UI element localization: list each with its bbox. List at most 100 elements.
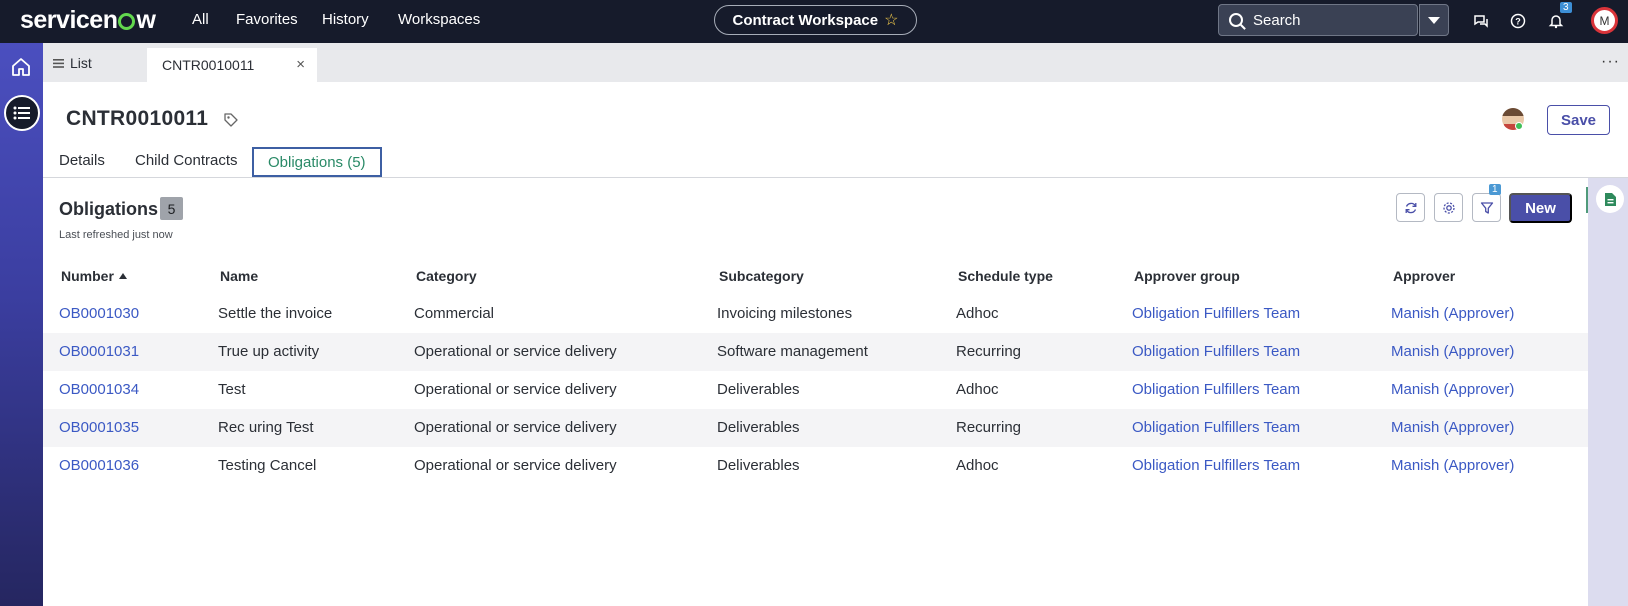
cell-category: Operational or service delivery [414, 419, 617, 436]
cell-category: Operational or service delivery [414, 457, 617, 474]
column-header-name[interactable]: Name [220, 268, 258, 284]
list-icon[interactable] [4, 95, 40, 131]
column-header-number[interactable]: Number [61, 268, 127, 284]
chevron-down-icon [1428, 16, 1440, 24]
settings-button[interactable] [1434, 193, 1463, 222]
gear-icon [1442, 201, 1455, 214]
table-row[interactable]: OB0001034 Test Operational or service de… [43, 371, 1588, 409]
chat-icon[interactable] [1471, 11, 1491, 31]
table-row[interactable]: OB0001036 Testing Cancel Operational or … [43, 447, 1588, 485]
servicenow-logo[interactable]: servicen w [20, 6, 156, 35]
column-header-category[interactable]: Category [416, 268, 477, 284]
filter-button[interactable] [1472, 193, 1501, 222]
tab-child-contracts[interactable]: Child Contracts [135, 152, 238, 169]
refresh-icon [1405, 202, 1416, 213]
cell-schedule-type: Recurring [956, 419, 1022, 436]
close-icon[interactable]: × [296, 56, 305, 73]
nav-all[interactable]: All [192, 11, 209, 28]
cell-name: True up activity [218, 343, 320, 360]
cell-name: Test [218, 381, 246, 398]
new-obligation-button[interactable]: New [1509, 193, 1572, 223]
tab-details[interactable]: Details [59, 152, 105, 169]
filter-count-badge: 1 [1489, 184, 1501, 195]
table-row[interactable]: OB0001035 Rec uring Test Operational or … [43, 409, 1588, 447]
cell-approver[interactable]: Manish (Approver) [1391, 419, 1514, 436]
cell-approver[interactable]: Manish (Approver) [1391, 305, 1514, 322]
column-header-label: Number [61, 268, 114, 284]
cell-number[interactable]: OB0001030 [59, 305, 139, 322]
column-header-subcategory[interactable]: Subcategory [719, 268, 804, 284]
tab-list[interactable]: List [53, 55, 92, 71]
workspace-pill[interactable]: Contract Workspace ☆ [714, 5, 917, 35]
cell-number[interactable]: OB0001035 [59, 419, 139, 436]
menu-icon [53, 58, 64, 68]
search-icon [1229, 13, 1243, 27]
cell-name: Settle the invoice [218, 305, 333, 322]
cell-approver-group[interactable]: Obligation Fulfillers Team [1132, 381, 1300, 398]
table-row[interactable]: OB0001030 Settle the invoice Commercial … [43, 295, 1588, 333]
cell-category: Operational or service delivery [414, 381, 617, 398]
cell-subcategory: Deliverables [717, 419, 800, 436]
column-header-schedule-type[interactable]: Schedule type [958, 268, 1053, 284]
nav-history[interactable]: History [322, 11, 369, 28]
left-rail [0, 43, 43, 606]
cell-approver[interactable]: Manish (Approver) [1391, 457, 1514, 474]
cell-subcategory: Deliverables [717, 381, 800, 398]
side-panel-indicator [1586, 187, 1588, 213]
home-icon[interactable] [10, 56, 32, 78]
user-avatar[interactable]: M [1591, 7, 1618, 34]
help-icon[interactable]: ? [1508, 11, 1528, 31]
tab-record[interactable]: CNTR0010011 × [147, 48, 317, 82]
notification-count-badge: 3 [1560, 2, 1572, 13]
cell-number[interactable]: OB0001031 [59, 343, 139, 360]
sort-ascending-icon [118, 273, 127, 279]
cell-name: Rec uring Test [218, 419, 314, 436]
cell-name: Testing Cancel [218, 457, 317, 474]
refresh-button[interactable] [1396, 193, 1425, 222]
document-icon[interactable] [1596, 185, 1624, 213]
star-icon[interactable]: ☆ [884, 10, 898, 30]
nav-workspaces[interactable]: Workspaces [398, 11, 480, 28]
cell-approver[interactable]: Manish (Approver) [1391, 381, 1514, 398]
cell-approver[interactable]: Manish (Approver) [1391, 343, 1514, 360]
tab-list-label: List [70, 55, 92, 71]
tab-record-label: CNTR0010011 [162, 57, 255, 73]
search-placeholder: Search [1253, 11, 1301, 29]
presence-indicator [1515, 122, 1523, 130]
cell-approver-group[interactable]: Obligation Fulfillers Team [1132, 305, 1300, 322]
cell-approver-group[interactable]: Obligation Fulfillers Team [1132, 343, 1300, 360]
more-options-icon[interactable]: ··· [1601, 53, 1620, 71]
tag-icon[interactable] [223, 112, 239, 128]
global-search-input[interactable]: Search [1218, 4, 1418, 36]
contextual-side-panel [1588, 178, 1628, 606]
column-header-approver[interactable]: Approver [1393, 268, 1455, 284]
bell-icon[interactable] [1546, 11, 1566, 31]
cell-approver-group[interactable]: Obligation Fulfillers Team [1132, 457, 1300, 474]
svg-text:?: ? [1515, 17, 1521, 27]
cell-category: Commercial [414, 305, 495, 322]
list-title: Obligations [59, 199, 158, 219]
column-header-approver-group[interactable]: Approver group [1134, 268, 1240, 284]
cell-schedule-type: Recurring [956, 343, 1022, 360]
table-row[interactable]: OB0001031 True up activity Operational o… [43, 333, 1588, 371]
cell-category: Operational or service delivery [414, 343, 617, 360]
cell-number[interactable]: OB0001036 [59, 457, 139, 474]
cell-approver-group[interactable]: Obligation Fulfillers Team [1132, 419, 1300, 436]
record-count-badge: 5 [160, 197, 183, 220]
workspace-tabs-bar: List CNTR0010011 × ··· [43, 43, 1628, 82]
cell-schedule-type: Adhoc [956, 305, 999, 322]
page-title: CNTR0010011 [66, 107, 209, 130]
cell-schedule-type: Adhoc [956, 381, 999, 398]
search-scope-dropdown[interactable] [1419, 4, 1449, 36]
save-button[interactable]: Save [1547, 105, 1610, 135]
cell-schedule-type: Adhoc [956, 457, 999, 474]
filter-icon [1480, 201, 1493, 214]
top-navigation-bar: servicen w All Favorites History Workspac… [0, 0, 1628, 43]
tab-obligations[interactable]: Obligations (5) [252, 147, 382, 177]
last-refreshed-text: Last refreshed just now [59, 229, 173, 241]
cell-number[interactable]: OB0001034 [59, 381, 139, 398]
nav-favorites[interactable]: Favorites [236, 11, 298, 28]
workspace-name: Contract Workspace [732, 11, 879, 29]
cell-subcategory: Software management [717, 343, 868, 360]
record-subtabs: Details Child Contracts Obligations (5) [43, 145, 1628, 178]
